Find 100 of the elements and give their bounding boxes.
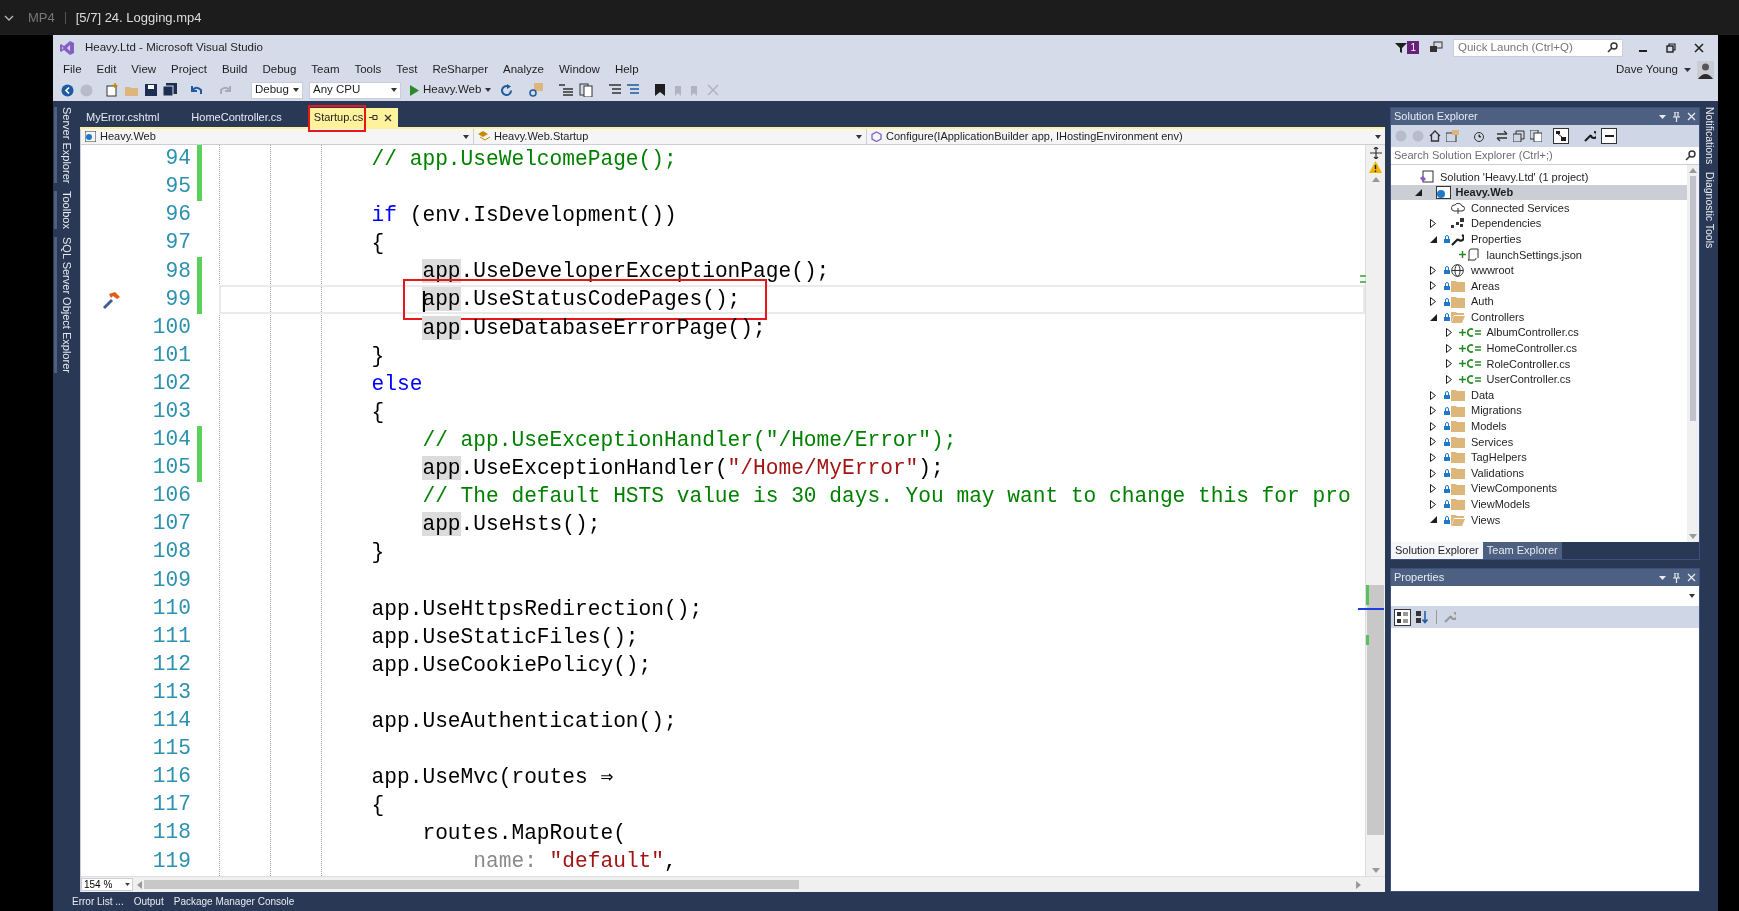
collapsed-arrow-icon[interactable] — [1430, 484, 1436, 494]
menu-item[interactable]: File — [63, 60, 82, 79]
close-icon[interactable] — [384, 113, 393, 122]
warning-icon[interactable] — [1369, 161, 1382, 173]
dropdown-icon[interactable] — [1659, 114, 1666, 119]
tree-item[interactable]: TagHelpers — [1391, 449, 1687, 466]
collapsed-arrow-icon[interactable] — [1430, 421, 1436, 431]
tree-item[interactable]: Areas — [1391, 278, 1687, 294]
collapsed-arrow-icon[interactable] — [1430, 468, 1436, 478]
project-dropdown[interactable]: Heavy.Web — [81, 129, 474, 144]
collapsed-arrow-icon[interactable] — [1430, 499, 1436, 509]
back-icon[interactable] — [61, 83, 74, 97]
menu-item[interactable]: Build — [221, 60, 248, 79]
find-icon[interactable] — [529, 83, 544, 97]
tool-window-tab[interactable]: Notifications — [1697, 107, 1721, 165]
collapsed-arrow-icon[interactable] — [1430, 453, 1436, 462]
collapse-all-icon[interactable] — [1513, 130, 1525, 142]
tree-item[interactable]: Controllers — [1391, 309, 1687, 325]
tree-item[interactable]: AlbumController.cs — [1391, 324, 1687, 341]
tool-window-tab[interactable]: Output — [133, 894, 164, 909]
type-dropdown[interactable]: Heavy.Web.Startup — [474, 129, 867, 144]
zoom-dropdown[interactable]: 154 % — [81, 878, 133, 891]
copy-icon[interactable] — [1530, 130, 1542, 142]
history-icon[interactable] — [1473, 130, 1485, 142]
filter-icon[interactable] — [1395, 41, 1408, 54]
tree-item[interactable]: Heavy.Web — [1391, 184, 1687, 201]
collapsed-arrow-icon[interactable] — [1430, 297, 1436, 307]
tool-window-tab[interactable]: Package Manager Console — [173, 894, 295, 909]
collapsed-arrow-icon[interactable] — [1430, 281, 1436, 291]
search-field[interactable]: Search Solution Explorer (Ctrl+;) — [1391, 147, 1699, 165]
expanded-arrow-icon[interactable] — [1430, 313, 1437, 321]
comment-icon[interactable] — [609, 84, 622, 96]
tool-window-tab[interactable]: Error List ... — [72, 894, 124, 909]
tree-item[interactable]: Solution 'Heavy.Ltd' (1 project) — [1391, 169, 1687, 185]
menu-item[interactable]: Project — [171, 60, 207, 79]
expanded-arrow-icon[interactable] — [1430, 516, 1437, 524]
tree-item[interactable]: Services — [1391, 434, 1687, 450]
tree-item[interactable]: launchSettings.json — [1391, 246, 1687, 263]
split-icon[interactable] — [1369, 147, 1382, 159]
configuration-dropdown[interactable]: Debug — [251, 81, 303, 99]
tree-item[interactable]: RoleController.cs — [1391, 356, 1687, 372]
undo-icon[interactable] — [189, 84, 203, 96]
document-tab[interactable]: MyError.cshtml — [80, 108, 166, 127]
start-button[interactable]: Heavy.Web — [407, 81, 495, 99]
document-tab[interactable]: HomeController.cs — [185, 108, 288, 127]
horizontal-scrollbar-thumb[interactable] — [144, 880, 799, 889]
expanded-arrow-icon[interactable] — [1414, 188, 1422, 196]
wrench-icon[interactable] — [1584, 130, 1596, 142]
menu-item[interactable]: Window — [558, 60, 600, 79]
tree-item[interactable]: Dependencies — [1391, 215, 1687, 232]
close-icon[interactable] — [1694, 42, 1704, 53]
tree-item[interactable]: UserController.cs — [1391, 371, 1687, 388]
menu-item[interactable]: Help — [614, 60, 639, 79]
menu-item[interactable]: View — [131, 60, 157, 79]
save-icon[interactable] — [145, 84, 157, 96]
home-icon[interactable] — [1429, 130, 1441, 142]
new-item-icon[interactable] — [105, 83, 119, 97]
uncomment-icon[interactable] — [627, 84, 640, 96]
quick-launch-field[interactable]: Quick Launch (Ctrl+Q) — [1453, 38, 1623, 57]
tree-view-icon[interactable] — [1553, 128, 1569, 144]
avatar[interactable] — [1697, 60, 1714, 79]
tree-item[interactable]: Migrations — [1391, 402, 1687, 419]
tree-item[interactable]: Models — [1391, 418, 1687, 435]
bookmark-icon[interactable] — [655, 84, 666, 96]
menu-item[interactable]: Analyze — [503, 60, 544, 79]
member-dropdown[interactable]: Configure(IApplicationBuilder app, IHostingEnvironment env) — [867, 129, 1385, 144]
sync-icon[interactable] — [1496, 130, 1508, 142]
expanded-arrow-icon[interactable] — [1430, 235, 1437, 243]
categorized-icon[interactable] — [1394, 608, 1411, 626]
tree-item[interactable]: HomeController.cs — [1391, 340, 1687, 357]
menu-item[interactable]: Test — [396, 60, 418, 79]
menu-item[interactable]: Debug — [262, 60, 297, 79]
scrollbar-thumb[interactable] — [1367, 585, 1384, 835]
scrollbar-thumb[interactable] — [1690, 176, 1696, 421]
hammer-icon[interactable] — [101, 289, 121, 310]
collapsed-arrow-icon[interactable] — [1430, 265, 1436, 275]
collapsed-arrow-icon[interactable] — [1445, 375, 1452, 384]
menu-item[interactable]: Edit — [96, 60, 117, 79]
tree-item[interactable]: Validations — [1391, 465, 1687, 481]
user-name[interactable]: Dave Young — [1615, 60, 1678, 79]
preview-icon[interactable] — [1601, 128, 1617, 144]
tree-item[interactable]: wwwroot — [1391, 262, 1687, 279]
tree-item[interactable]: ViewComponents — [1391, 480, 1687, 497]
collapsed-arrow-icon[interactable] — [1430, 390, 1436, 400]
document-icon[interactable] — [579, 83, 594, 97]
document-tab[interactable]: Startup.cs — [307, 108, 399, 127]
tree-item[interactable]: Properties — [1391, 231, 1687, 247]
dropdown-icon[interactable] — [1659, 575, 1666, 580]
caret-icon[interactable] — [1684, 67, 1691, 72]
indent-icon[interactable] — [559, 84, 574, 96]
collapsed-arrow-icon[interactable] — [1445, 328, 1452, 338]
save-all-icon[interactable] — [163, 83, 177, 97]
sort-alphabetical-icon[interactable] — [1415, 610, 1429, 624]
tree-item[interactable]: Connected Services — [1391, 200, 1687, 216]
collapsed-arrow-icon[interactable] — [1430, 406, 1436, 416]
pin-icon[interactable] — [369, 114, 379, 121]
collapsed-arrow-icon[interactable] — [1445, 343, 1452, 353]
collapsed-arrow-icon[interactable] — [1430, 219, 1436, 229]
tree-item[interactable]: Auth — [1391, 293, 1687, 310]
panel-tab[interactable]: Team Explorer — [1482, 542, 1562, 559]
